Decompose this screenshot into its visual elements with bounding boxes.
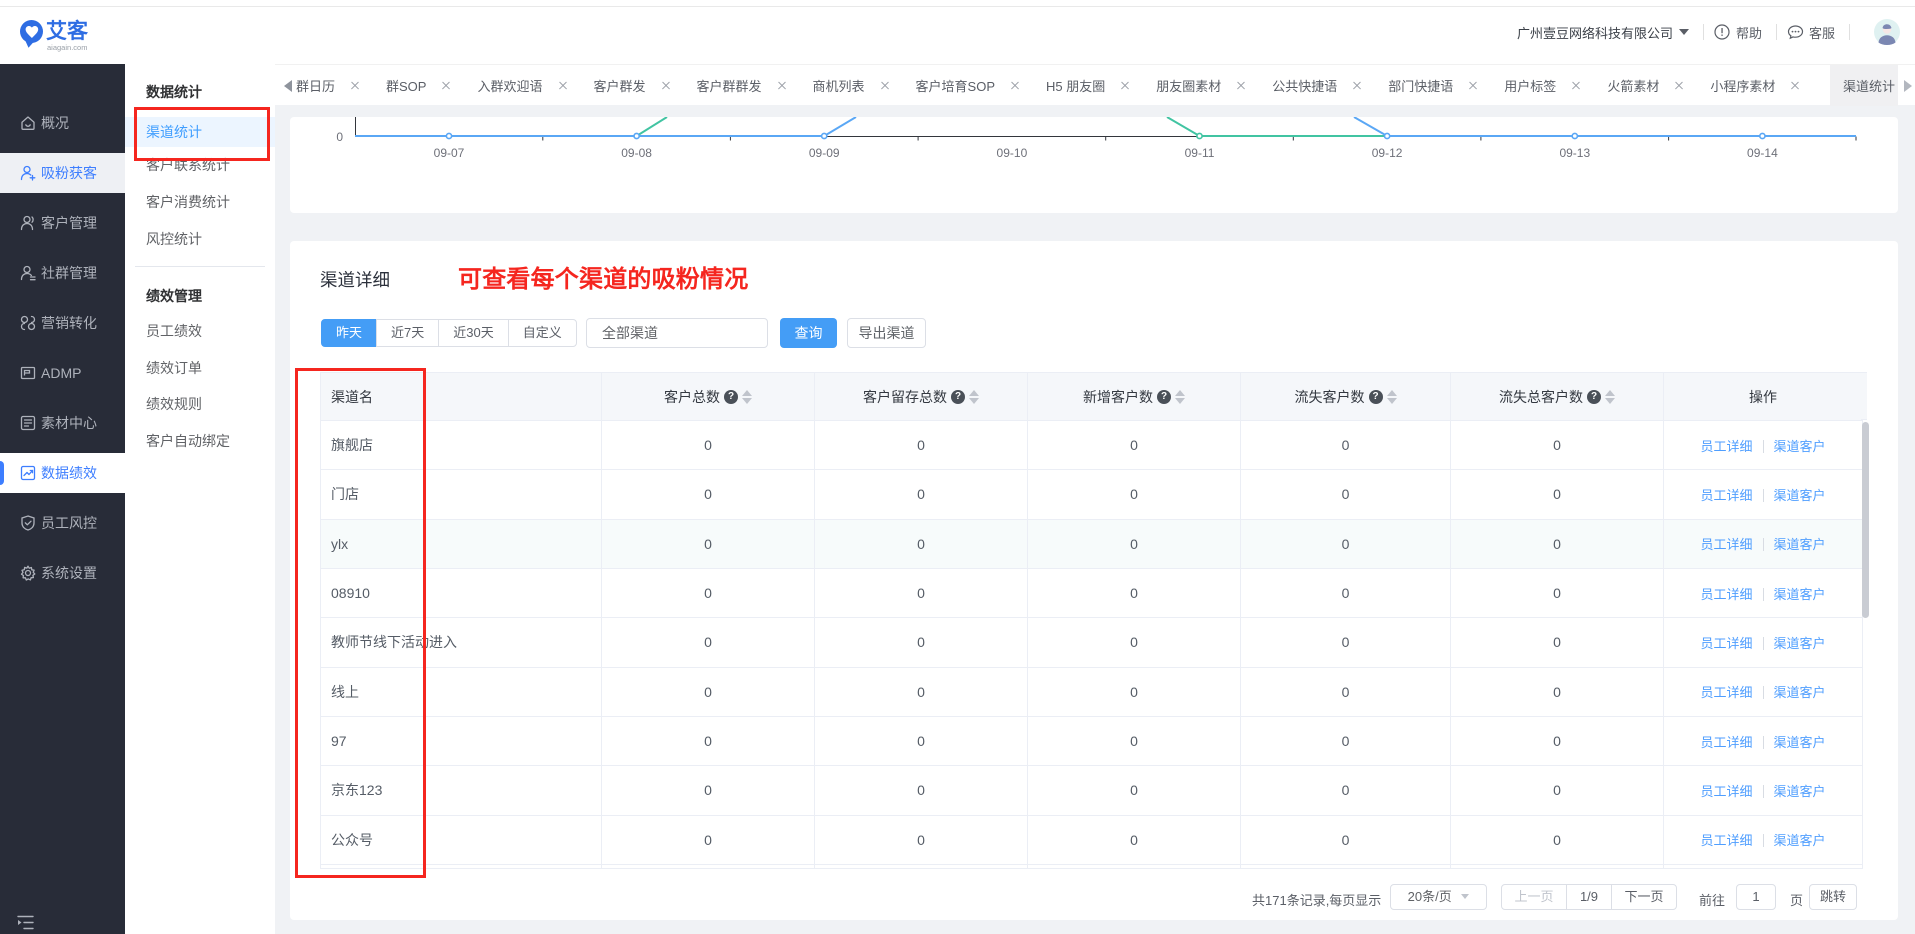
svg-text:0: 0: [336, 130, 343, 144]
svg-text:09-10: 09-10: [997, 146, 1028, 160]
svg-text:09-08: 09-08: [621, 146, 652, 160]
svg-text:09-13: 09-13: [1559, 146, 1590, 160]
svg-text:09-14: 09-14: [1747, 146, 1778, 160]
svg-text:09-11: 09-11: [1185, 146, 1215, 160]
svg-text:aiagain.com: aiagain.com: [47, 43, 87, 52]
svg-text:09-09: 09-09: [809, 146, 840, 160]
svg-text:09-07: 09-07: [434, 146, 465, 160]
svg-text:艾客: 艾客: [46, 19, 89, 43]
svg-text:09-12: 09-12: [1372, 146, 1403, 160]
